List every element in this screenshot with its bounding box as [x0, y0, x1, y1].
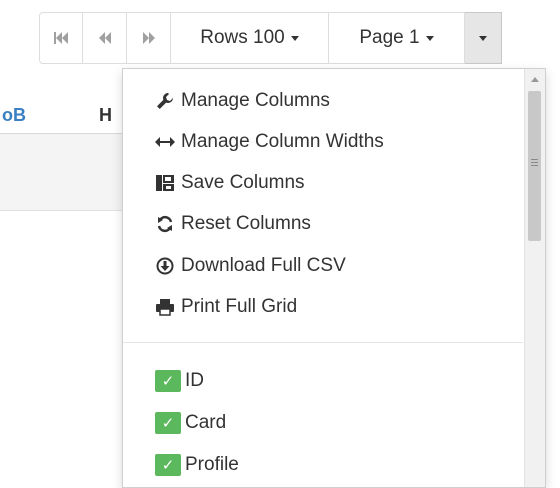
save-columns-icon [153, 174, 177, 192]
menu-item-manage-columns[interactable]: Manage Columns [153, 86, 330, 116]
caret-down-icon [479, 35, 487, 41]
column-header-dob[interactable]: oB [2, 105, 26, 126]
column-toggle-label: Card [185, 412, 227, 433]
wrench-icon [153, 91, 177, 111]
column-toggle-card[interactable]: ✓ Card [155, 409, 226, 437]
table-row [0, 134, 124, 211]
checkbox-checked-icon[interactable]: ✓ [155, 370, 181, 392]
menu-item-label: Manage Column Widths [181, 131, 384, 152]
menu-divider [123, 342, 523, 343]
menu-item-label: Print Full Grid [181, 296, 298, 317]
download-icon [153, 257, 177, 275]
caret-down-icon [290, 35, 299, 41]
skip-first-icon [54, 32, 68, 44]
column-toggle-label: ID [185, 370, 204, 391]
grid-toolbar: Rows 100 Page 1 [39, 12, 502, 64]
grid-header: oB H [0, 97, 130, 134]
fast-forward-icon [142, 32, 155, 44]
rows-label: Rows 100 [200, 27, 285, 48]
menu-item-label: Save Columns [181, 172, 305, 193]
scroll-up-icon[interactable] [531, 77, 539, 82]
menu-item-manage-column-widths[interactable]: Manage Column Widths [153, 127, 384, 157]
column-header-h[interactable]: H [99, 105, 112, 126]
checkbox-checked-icon[interactable]: ✓ [155, 454, 181, 476]
menu-item-save-columns[interactable]: Save Columns [153, 168, 305, 198]
grip-icon [531, 159, 538, 160]
menu-item-reset-columns[interactable]: Reset Columns [153, 209, 311, 239]
print-icon [153, 298, 177, 316]
scrollbar-thumb[interactable] [528, 91, 541, 241]
rows-per-page-dropdown[interactable]: Rows 100 [171, 12, 329, 64]
column-toggle-label: Profile [185, 454, 239, 475]
menu-item-print-grid[interactable]: Print Full Grid [153, 292, 297, 322]
refresh-icon [153, 215, 177, 233]
first-page-button[interactable] [39, 12, 83, 64]
menu-item-label: Manage Columns [181, 90, 330, 111]
page-dropdown[interactable]: Page 1 [329, 12, 465, 64]
rewind-icon [98, 32, 111, 44]
previous-page-button[interactable] [83, 12, 127, 64]
next-page-button[interactable] [127, 12, 171, 64]
checkbox-checked-icon[interactable]: ✓ [155, 412, 181, 434]
grid-menu-toggle-button[interactable] [465, 12, 502, 64]
menu-item-label: Reset Columns [181, 213, 311, 234]
menu-item-download-csv[interactable]: Download Full CSV [153, 251, 346, 281]
menu-item-label: Download Full CSV [181, 255, 346, 276]
resize-horizontal-icon [153, 136, 177, 148]
column-toggle-id[interactable]: ✓ ID [155, 367, 204, 395]
page-label: Page 1 [359, 27, 420, 48]
menu-scrollbar[interactable] [524, 69, 545, 487]
column-toggle-profile[interactable]: ✓ Profile [155, 451, 239, 479]
grid-options-menu: Manage Columns Manage Column Widths Save… [122, 68, 546, 488]
caret-down-icon [425, 35, 434, 41]
